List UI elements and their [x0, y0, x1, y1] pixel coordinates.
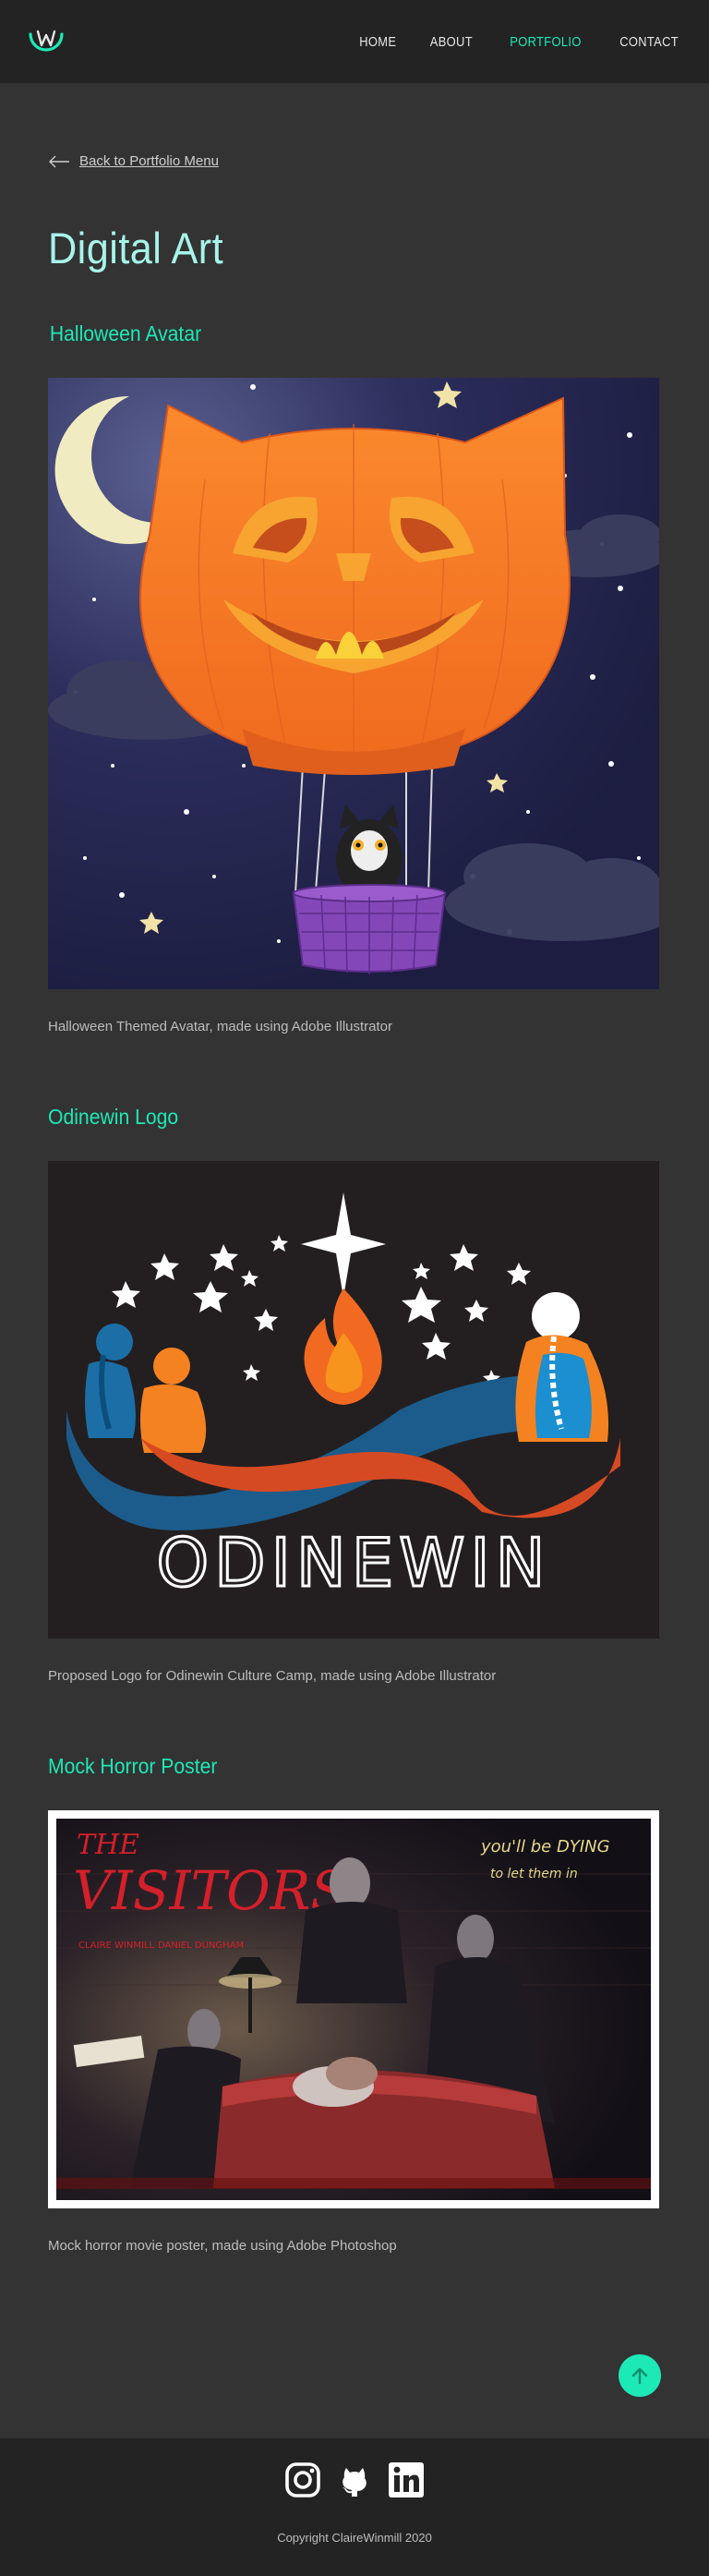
page-title: Digital Art	[48, 224, 224, 272]
main-nav: HOME ABOUT PORTFOLIO CONTACT	[356, 34, 684, 50]
project-title: Mock Horror Poster	[48, 1754, 218, 1778]
poster-tagline-2: to let them in	[490, 1867, 578, 1881]
site-header: HOME ABOUT PORTFOLIO CONTACT	[0, 0, 709, 83]
halloween-avatar-image	[48, 378, 659, 989]
back-to-top-button[interactable]	[619, 2354, 661, 2397]
main-content: Back to Portfolio Menu Digital Art Hallo…	[0, 83, 709, 2254]
nav-home[interactable]: HOME	[359, 34, 396, 50]
project-mock-horror-poster: Mock Horror Poster THE VISITORS CLAIRE W…	[48, 1754, 661, 2254]
odinewin-logo-image: ODINEWIN	[48, 1161, 659, 1639]
nav-contact[interactable]: CONTACT	[619, 34, 679, 50]
back-link-label: Back to Portfolio Menu	[79, 153, 219, 169]
project-title: Halloween Avatar	[49, 321, 202, 345]
arrow-left-icon	[48, 155, 70, 168]
copyright-text: Copyright ClaireWinmill 2020	[277, 2531, 432, 2545]
poster-actor-2: DANIEL DUNGHAM	[158, 1941, 244, 1951]
poster-tagline-1: you'll be DYING	[480, 1837, 610, 1856]
horror-poster-image: THE VISITORS CLAIRE WINMILL DANIEL DUNGH…	[48, 1810, 659, 2208]
nav-portfolio[interactable]: PORTFOLIO	[510, 34, 581, 50]
arrow-up-icon	[630, 2365, 650, 2386]
linkedin-icon[interactable]	[387, 2461, 426, 2499]
nav-about[interactable]: ABOUT	[430, 34, 473, 50]
project-caption: Mock horror movie poster, made using Ado…	[48, 2238, 397, 2254]
social-links	[0, 2461, 709, 2499]
github-icon[interactable]	[335, 2461, 374, 2499]
poster-title-top: THE	[77, 1829, 139, 1861]
back-to-portfolio-link[interactable]: Back to Portfolio Menu	[48, 153, 661, 169]
poster-actor-1: CLAIRE WINMILL	[78, 1941, 154, 1951]
w-logo-icon[interactable]	[24, 19, 68, 64]
project-title: Odinewin Logo	[48, 1105, 179, 1129]
project-odinewin-logo: Odinewin Logo ODINEWIN Proposed Logo for…	[48, 1105, 661, 1684]
instagram-icon[interactable]	[283, 2461, 322, 2499]
site-footer: Copyright ClaireWinmill 2020	[0, 2438, 709, 2576]
project-caption: Proposed Logo for Odinewin Culture Camp,…	[48, 1668, 497, 1684]
project-caption: Halloween Themed Avatar, made using Adob…	[48, 1019, 393, 1034]
project-halloween-avatar: Halloween Avatar Halloween Themed Avatar…	[48, 321, 661, 1034]
odinewin-wordmark: ODINEWIN	[157, 1524, 551, 1602]
